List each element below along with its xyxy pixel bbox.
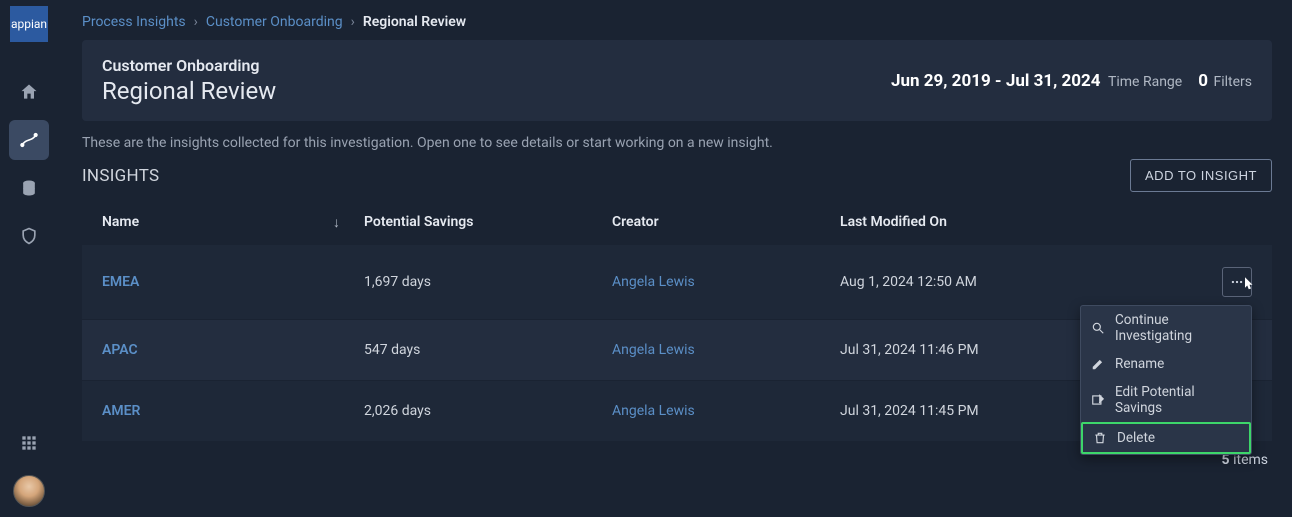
menu-rename[interactable]: Rename — [1081, 350, 1251, 378]
menu-delete[interactable]: Delete — [1081, 422, 1251, 454]
header-card: Customer Onboarding Regional Review Jun … — [82, 40, 1272, 121]
context-menu: Continue Investigating Rename Edit Poten… — [1080, 305, 1252, 455]
add-to-insight-button[interactable]: ADD TO INSIGHT — [1130, 159, 1272, 192]
table-header: Name ↓ Potential Savings Creator Last Mo… — [82, 200, 1272, 245]
nav-icons — [9, 72, 49, 256]
shield-icon[interactable] — [9, 216, 49, 256]
menu-edit-savings[interactable]: Edit Potential Savings — [1081, 378, 1251, 422]
breadcrumb-sep: › — [351, 14, 355, 30]
time-range-value: Jun 29, 2019 - Jul 31, 2024 — [891, 71, 1101, 91]
breadcrumb-link-1[interactable]: Customer Onboarding — [206, 14, 343, 30]
row-savings: 547 days — [364, 342, 612, 358]
time-range[interactable]: Jun 29, 2019 - Jul 31, 2024 Time Range — [891, 71, 1182, 91]
filters[interactable]: 0 Filters — [1198, 71, 1252, 91]
edit-icon — [1091, 393, 1105, 407]
row-savings: 2,026 days — [364, 403, 612, 419]
row-name-link[interactable]: EMEA — [102, 274, 139, 290]
breadcrumb-link-0[interactable]: Process Insights — [82, 14, 186, 30]
apps-icon[interactable] — [9, 423, 49, 463]
breadcrumb-sep: › — [194, 14, 198, 30]
menu-continue-investigating[interactable]: Continue Investigating — [1081, 306, 1251, 350]
row-creator-link[interactable]: Angela Lewis — [612, 403, 695, 419]
page-title: Regional Review — [102, 77, 276, 105]
home-icon[interactable] — [9, 72, 49, 112]
breadcrumb-current: Regional Review — [363, 14, 466, 30]
row-name-link[interactable]: APAC — [102, 342, 138, 358]
filters-label: Filters — [1213, 74, 1252, 90]
menu-label: Edit Potential Savings — [1115, 384, 1241, 416]
breadcrumb: Process Insights › Customer Onboarding ›… — [82, 14, 1272, 30]
menu-label: Continue Investigating — [1115, 312, 1241, 344]
description: These are the insights collected for thi… — [82, 135, 1272, 151]
row-savings: 1,697 days — [364, 274, 612, 290]
database-icon[interactable] — [9, 168, 49, 208]
row-modified: Jul 31, 2024 11:46 PM — [840, 342, 1120, 358]
row-modified: Jul 31, 2024 11:45 PM — [840, 403, 1120, 419]
menu-label: Rename — [1115, 356, 1164, 372]
process-icon[interactable] — [9, 120, 49, 160]
row-name-link[interactable]: AMER — [102, 403, 140, 419]
menu-label: Delete — [1117, 430, 1155, 446]
col-name-label: Name — [102, 214, 139, 231]
sidebar: appian — [0, 0, 58, 517]
row-modified: Aug 1, 2024 12:50 AM — [840, 274, 1120, 290]
col-name[interactable]: Name ↓ — [102, 214, 364, 231]
row-actions-button[interactable] — [1222, 267, 1252, 297]
sort-desc-icon: ↓ — [333, 214, 340, 231]
header-subtitle: Customer Onboarding — [102, 56, 276, 75]
pencil-icon — [1091, 357, 1105, 371]
section-title: INSIGHTS — [82, 166, 159, 186]
trash-icon — [1093, 431, 1107, 445]
col-creator[interactable]: Creator — [612, 214, 840, 231]
cursor-icon — [1239, 275, 1257, 293]
col-modified[interactable]: Last Modified On — [840, 214, 1120, 231]
row-creator-link[interactable]: Angela Lewis — [612, 342, 695, 358]
row-creator-link[interactable]: Angela Lewis — [612, 274, 695, 290]
logo: appian — [10, 6, 48, 42]
avatar[interactable] — [13, 475, 45, 507]
search-icon — [1091, 321, 1105, 335]
col-savings[interactable]: Potential Savings — [364, 214, 612, 231]
filters-count: 0 — [1198, 71, 1208, 91]
time-range-label: Time Range — [1108, 74, 1182, 90]
